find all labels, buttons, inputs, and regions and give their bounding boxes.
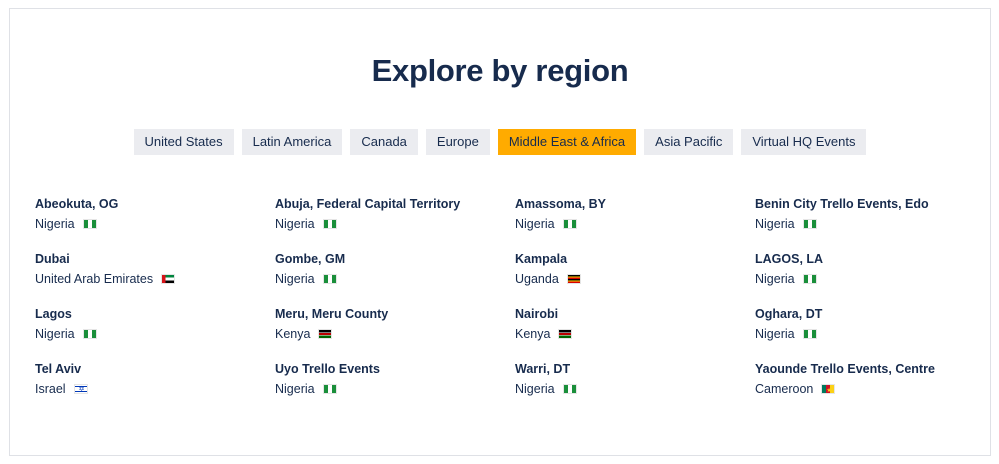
tab-europe[interactable]: Europe xyxy=(425,129,490,155)
nigeria-flag-icon xyxy=(82,219,97,229)
nigeria-flag-icon xyxy=(322,219,337,229)
event-item: Tel Aviv Israel xyxy=(35,361,275,416)
event-item: Gombe, GM Nigeria xyxy=(275,251,515,306)
event-grid: Abeokuta, OG Nigeria Abuja, Federal Capita… xyxy=(35,196,995,416)
country-label: Nigeria xyxy=(755,217,795,231)
event-name-link[interactable]: Yaounde Trello Events, Centre xyxy=(755,361,995,377)
event-name-link[interactable]: Dubai xyxy=(35,251,275,267)
event-item: Warri, DT Nigeria xyxy=(515,361,755,416)
event-name-link[interactable]: Benin City Trello Events, Edo xyxy=(755,196,995,212)
event-country: Nigeria xyxy=(35,216,275,232)
country-label: Israel xyxy=(35,382,66,396)
event-name-link[interactable]: LAGOS, LA xyxy=(755,251,995,267)
event-item: Uyo Trello Events Nigeria xyxy=(275,361,515,416)
event-item: Abuja, Federal Capital Territory Nigeria xyxy=(275,196,515,251)
event-item: Yaounde Trello Events, Centre Cameroon xyxy=(755,361,995,416)
event-item: Kampala Uganda xyxy=(515,251,755,306)
israel-flag-icon xyxy=(73,382,88,398)
nigeria-flag-icon xyxy=(802,274,817,284)
uganda-flag-icon xyxy=(566,274,581,284)
country-label: Nigeria xyxy=(515,382,555,396)
event-country: Nigeria xyxy=(275,381,515,397)
page-title: Explore by region xyxy=(371,53,629,88)
event-item: LAGOS, LA Nigeria xyxy=(755,251,995,306)
event-item: Nairobi Kenya xyxy=(515,306,755,361)
event-country: Kenya xyxy=(515,326,755,342)
country-label: United Arab Emirates xyxy=(35,272,154,286)
nigeria-flag-icon xyxy=(802,219,817,229)
tab-united-states[interactable]: United States xyxy=(133,129,234,155)
nigeria-flag-icon xyxy=(322,384,337,394)
nigeria-flag-icon xyxy=(802,329,817,339)
country-label: Nigeria xyxy=(755,272,795,286)
nigeria-flag-icon xyxy=(562,384,577,394)
tab-middle-east-africa[interactable]: Middle East & Africa xyxy=(497,129,637,155)
country-label: Nigeria xyxy=(755,327,795,341)
event-item: Meru, Meru County Kenya xyxy=(275,306,515,361)
event-name-link[interactable]: Amassoma, BY xyxy=(515,196,755,212)
uae-flag-icon xyxy=(161,274,176,284)
event-name-link[interactable]: Uyo Trello Events xyxy=(275,361,515,377)
kenya-flag-icon xyxy=(558,329,573,339)
tab-asia-pacific[interactable]: Asia Pacific xyxy=(644,129,734,155)
event-country: Nigeria xyxy=(275,271,515,287)
event-item: Benin City Trello Events, Edo Nigeria xyxy=(755,196,995,251)
event-name-link[interactable]: Tel Aviv xyxy=(35,361,275,377)
country-label: Nigeria xyxy=(275,217,315,231)
event-name-link[interactable]: Nairobi xyxy=(515,306,755,322)
event-name-link[interactable]: Oghara, DT xyxy=(755,306,995,322)
event-country: Cameroon xyxy=(755,381,995,399)
event-country: Nigeria xyxy=(755,326,995,342)
event-item: Oghara, DT Nigeria xyxy=(755,306,995,361)
kenya-flag-icon xyxy=(318,329,333,339)
event-country: Nigeria xyxy=(515,216,755,232)
event-name-link[interactable]: Gombe, GM xyxy=(275,251,515,267)
region-tabs: United States Latin America Canada Europ… xyxy=(10,129,990,155)
country-label: Nigeria xyxy=(35,327,75,341)
event-country: Nigeria xyxy=(35,326,275,342)
event-name-link[interactable]: Abuja, Federal Capital Territory xyxy=(275,196,515,212)
country-label: Kenya xyxy=(515,327,551,341)
region-panel: Explore by region United States Latin Am… xyxy=(9,8,991,456)
event-country: Kenya xyxy=(275,326,515,342)
country-label: Nigeria xyxy=(35,217,75,231)
event-country: Nigeria xyxy=(755,216,995,232)
event-item: Dubai United Arab Emirates xyxy=(35,251,275,306)
country-label: Nigeria xyxy=(275,272,315,286)
event-country: Uganda xyxy=(515,271,755,287)
event-country: United Arab Emirates xyxy=(35,271,275,287)
event-item: Amassoma, BY Nigeria xyxy=(515,196,755,251)
country-label: Kenya xyxy=(275,327,311,341)
event-country: Israel xyxy=(35,381,275,398)
event-item: Abeokuta, OG Nigeria xyxy=(35,196,275,251)
tab-latin-america[interactable]: Latin America xyxy=(241,129,343,155)
event-name-link[interactable]: Abeokuta, OG xyxy=(35,196,275,212)
event-name-link[interactable]: Warri, DT xyxy=(515,361,755,377)
tab-virtual-hq-events[interactable]: Virtual HQ Events xyxy=(741,129,867,155)
country-label: Nigeria xyxy=(275,382,315,396)
nigeria-flag-icon xyxy=(322,274,337,284)
event-country: Nigeria xyxy=(275,216,515,232)
country-label: Cameroon xyxy=(755,382,814,396)
country-label: Uganda xyxy=(515,272,559,286)
nigeria-flag-icon xyxy=(82,329,97,339)
cameroon-flag-icon xyxy=(821,383,836,399)
tab-canada[interactable]: Canada xyxy=(350,129,418,155)
nigeria-flag-icon xyxy=(562,219,577,229)
event-country: Nigeria xyxy=(515,381,755,397)
event-item: Lagos Nigeria xyxy=(35,306,275,361)
event-name-link[interactable]: Kampala xyxy=(515,251,755,267)
country-label: Nigeria xyxy=(515,217,555,231)
event-name-link[interactable]: Meru, Meru County xyxy=(275,306,515,322)
event-name-link[interactable]: Lagos xyxy=(35,306,275,322)
event-country: Nigeria xyxy=(755,271,995,287)
